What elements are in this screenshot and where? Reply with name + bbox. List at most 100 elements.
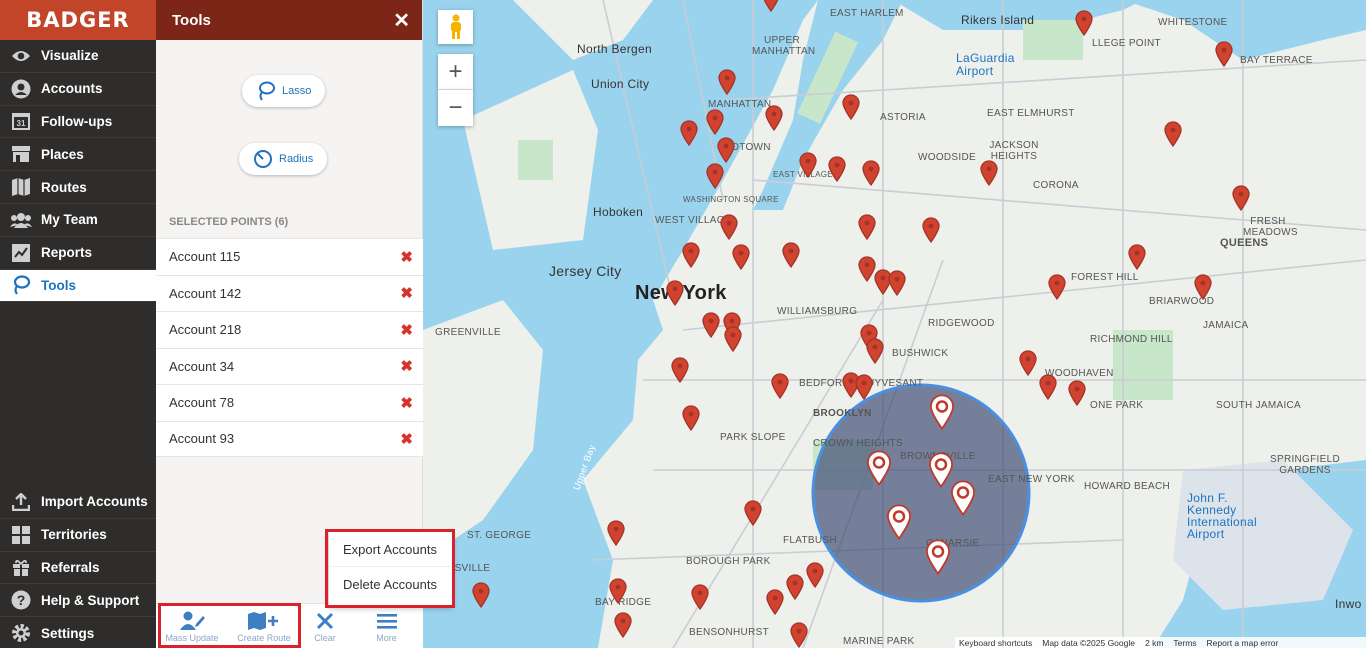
clear-button[interactable]: Clear (300, 604, 350, 648)
footer-terms[interactable]: Terms (1173, 638, 1196, 648)
map-pin[interactable] (806, 562, 824, 588)
nav-item-referrals[interactable]: Referrals (0, 552, 156, 585)
nav-item-routes[interactable]: Routes (0, 171, 156, 204)
map-pin[interactable] (682, 405, 700, 431)
map-pin[interactable] (1075, 10, 1093, 36)
map-label-marine-park: MARINE PARK (843, 636, 915, 647)
map-pin[interactable] (888, 270, 906, 296)
map-pin[interactable] (855, 374, 873, 400)
map-pin[interactable] (720, 214, 738, 240)
map-pin[interactable] (866, 338, 884, 364)
map-pin[interactable] (724, 326, 742, 352)
map-pin[interactable] (1164, 121, 1182, 147)
map-pin[interactable] (1019, 350, 1037, 376)
selected-map-pin[interactable] (925, 539, 951, 575)
map-pin[interactable] (762, 0, 780, 12)
map-pin[interactable] (782, 242, 800, 268)
footer-scale[interactable]: 2 km (1145, 638, 1163, 648)
map-pin[interactable] (607, 520, 625, 546)
nav-item-tools[interactable]: Tools (0, 269, 156, 303)
footer-keyboard-shortcuts[interactable]: Keyboard shortcuts (959, 638, 1032, 648)
map-pin[interactable] (1048, 274, 1066, 300)
map-pin[interactable] (765, 105, 783, 131)
map-pin[interactable] (609, 578, 627, 604)
panel-header: Tools ✕ (156, 0, 422, 40)
lasso-label: Lasso (282, 85, 312, 97)
map-pin[interactable] (717, 137, 735, 163)
brand-logo[interactable]: BADGER (0, 0, 156, 40)
map-label-ozone-park: ONE PARK (1090, 400, 1144, 411)
remove-icon[interactable]: ✖ (400, 321, 413, 339)
map-pin[interactable] (766, 589, 784, 615)
map-pin[interactable] (922, 217, 940, 243)
map-pin[interactable] (691, 584, 709, 610)
remove-icon[interactable]: ✖ (400, 284, 413, 302)
nav-item-settings[interactable]: Settings (0, 617, 156, 648)
selected-map-pin[interactable] (866, 450, 892, 486)
map-pin[interactable] (842, 94, 860, 120)
nav-item-my-team[interactable]: My Team (0, 204, 156, 237)
map-pin[interactable] (1232, 185, 1250, 211)
map-pin[interactable] (666, 280, 684, 306)
map-pin[interactable] (1215, 41, 1233, 67)
map-pin[interactable] (702, 312, 720, 338)
map-label-washington-sq: WASHINGTON SQUARE (683, 195, 779, 204)
export-accounts-item[interactable]: Export Accounts (329, 532, 452, 567)
nav-item-visualize[interactable]: Visualize (0, 40, 156, 73)
map-pin[interactable] (706, 109, 724, 135)
nav-item-accounts[interactable]: Accounts (0, 73, 156, 106)
map-pin[interactable] (862, 160, 880, 186)
map-label-upper-manhattan: UPPER MANHATTAN (752, 35, 816, 57)
zoom-out-button[interactable]: − (438, 90, 473, 126)
map-pin[interactable] (858, 214, 876, 240)
map-pin[interactable] (744, 500, 762, 526)
nav-item-reports[interactable]: Reports (0, 237, 156, 270)
map-pin[interactable] (1128, 244, 1146, 270)
create-route-label: Create Route (237, 633, 291, 643)
remove-icon[interactable]: ✖ (400, 248, 413, 266)
map-label-woodside: WOODSIDE (918, 152, 976, 163)
map-pin[interactable] (732, 244, 750, 270)
selected-map-pin[interactable] (929, 394, 955, 430)
map-view[interactable]: New York Jersey City Hoboken Union City … (423, 0, 1366, 648)
nav-item-import-accounts[interactable]: Import Accounts (0, 486, 156, 519)
radius-button[interactable]: Radius (239, 143, 328, 175)
selected-map-pin[interactable] (950, 480, 976, 516)
footer-report-error[interactable]: Report a map error (1207, 638, 1279, 648)
map-pin[interactable] (680, 120, 698, 146)
lasso-icon (259, 81, 275, 101)
nav-item-places[interactable]: Places (0, 138, 156, 172)
map-pin[interactable] (771, 373, 789, 399)
nav-item-territories[interactable]: Territories (0, 519, 156, 552)
remove-icon[interactable]: ✖ (400, 357, 413, 375)
map-pin[interactable] (786, 574, 804, 600)
map-pin[interactable] (718, 69, 736, 95)
street-view-pegman[interactable] (438, 10, 473, 44)
create-route-button[interactable]: Create Route (228, 604, 300, 648)
selected-map-pin[interactable] (886, 504, 912, 540)
map-label-borough-park: BOROUGH PARK (686, 556, 771, 567)
map-label-astoria: ASTORIA (880, 112, 926, 123)
map-pin[interactable] (614, 612, 632, 638)
lasso-button[interactable]: Lasso (242, 75, 326, 107)
remove-icon[interactable]: ✖ (400, 394, 413, 412)
map-pin[interactable] (790, 622, 808, 648)
map-pin[interactable] (1194, 274, 1212, 300)
zoom-in-button[interactable]: + (438, 54, 473, 90)
map-pin[interactable] (472, 582, 490, 608)
more-button[interactable]: More (350, 604, 423, 648)
map-pin[interactable] (1068, 380, 1086, 406)
map-pin[interactable] (799, 152, 817, 178)
map-pin[interactable] (671, 357, 689, 383)
map-pin[interactable] (682, 242, 700, 268)
nav-item-follow-ups[interactable]: 31 Follow-ups (0, 106, 156, 139)
nav-item-help-support[interactable]: ? Help & Support (0, 584, 156, 618)
delete-accounts-item[interactable]: Delete Accounts (329, 567, 452, 602)
mass-update-button[interactable]: Mass Update (156, 604, 228, 648)
remove-icon[interactable]: ✖ (400, 430, 413, 448)
map-pin[interactable] (980, 160, 998, 186)
map-pin[interactable] (1039, 374, 1057, 400)
map-pin[interactable] (706, 163, 724, 189)
map-pin[interactable] (828, 156, 846, 182)
close-icon[interactable]: ✕ (393, 8, 410, 33)
